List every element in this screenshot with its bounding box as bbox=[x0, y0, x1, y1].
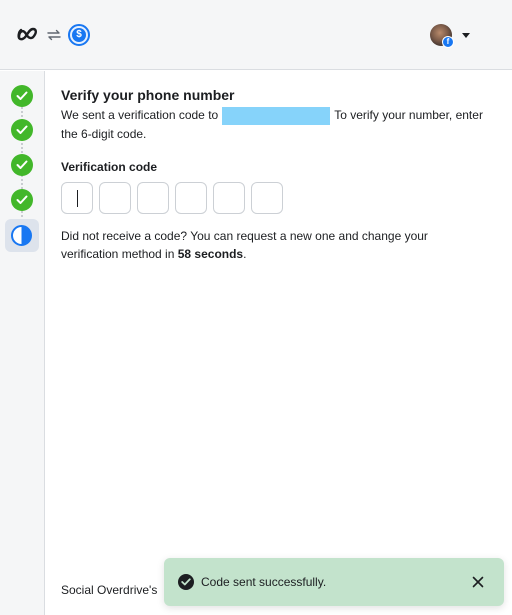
facebook-badge-icon: f bbox=[442, 36, 454, 48]
code-digit-2[interactable] bbox=[99, 182, 131, 214]
code-digit-5[interactable] bbox=[213, 182, 245, 214]
resend-message: Did not receive a code? You can request … bbox=[61, 227, 481, 263]
description-start: We sent a verification code to bbox=[61, 108, 219, 122]
code-digit-4[interactable] bbox=[175, 182, 207, 214]
step-4-check-icon bbox=[11, 189, 33, 211]
switch-accounts-icon[interactable] bbox=[46, 27, 62, 43]
footer-business-name: Social Overdrive's bbox=[61, 583, 158, 597]
step-3-check-icon bbox=[11, 154, 33, 176]
close-icon[interactable] bbox=[468, 572, 488, 592]
step-5-half-circle-icon bbox=[11, 225, 32, 246]
meta-logo-icon[interactable] bbox=[16, 26, 40, 42]
verification-code-input bbox=[61, 182, 283, 214]
check-circle-icon bbox=[178, 574, 194, 590]
page-title: Verify your phone number bbox=[61, 87, 235, 103]
verification-description: We sent a verification code to To verify … bbox=[61, 106, 491, 143]
top-bar: $ f bbox=[0, 0, 512, 70]
step-1-check-icon bbox=[11, 85, 33, 107]
verify-section: Verify your phone number We sent a verif… bbox=[61, 86, 491, 143]
resend-countdown: 58 seconds bbox=[177, 247, 244, 261]
code-digit-6[interactable] bbox=[251, 182, 283, 214]
account-menu[interactable]: f bbox=[428, 22, 476, 50]
redacted-phone-number bbox=[222, 106, 331, 125]
success-toast: Code sent successfully. bbox=[164, 558, 504, 606]
toast-message: Code sent successfully. bbox=[201, 575, 327, 589]
code-digit-3[interactable] bbox=[137, 182, 169, 214]
step-2-check-icon bbox=[11, 119, 33, 141]
verification-page: $ f Verify your phone number We sent a v… bbox=[0, 0, 512, 615]
caret-down-icon bbox=[462, 33, 470, 38]
dollar-symbol: $ bbox=[72, 28, 86, 42]
progress-stepper bbox=[0, 71, 45, 615]
billing-icon[interactable]: $ bbox=[68, 24, 90, 46]
resend-period: . bbox=[243, 247, 247, 261]
verification-code-label: Verification code bbox=[61, 160, 158, 174]
code-digit-1[interactable] bbox=[61, 182, 93, 214]
